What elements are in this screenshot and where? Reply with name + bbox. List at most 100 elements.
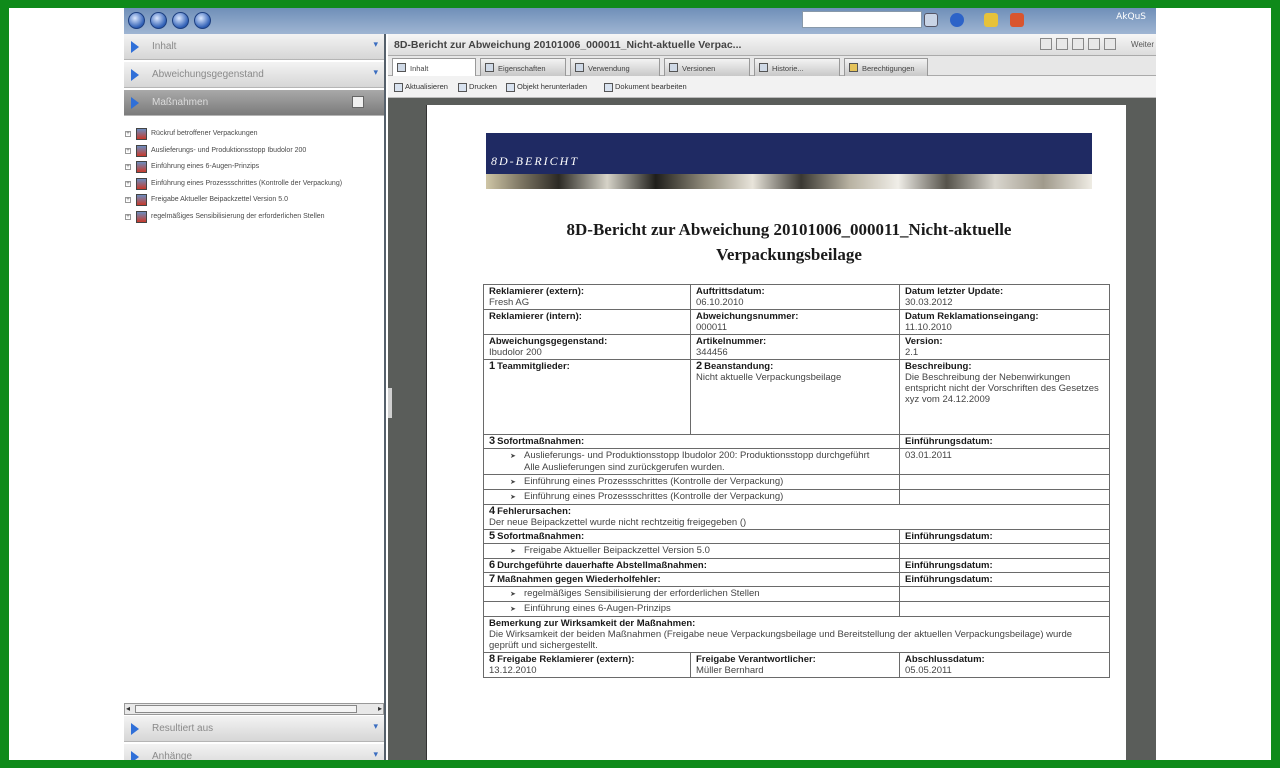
measure-text: Auslieferungs- und Produktionsstopp Ibud… [524,450,870,461]
tree-item[interactable]: + Einführung eines 6-Augen-Prinzips [124,159,384,176]
button-label: Dokument bearbeiten [615,82,687,91]
more-button[interactable]: Weiter [1131,40,1154,49]
tab-inhalt[interactable]: Inhalt [392,58,476,77]
download-icon[interactable] [1088,38,1100,50]
cell-value: Nicht aktuelle Verpackungsbeilage [696,372,842,383]
cell-value: Die Beschreibung der Nebenwirkungen ents… [905,372,1099,405]
history-icon [759,63,768,72]
scroll-left-icon[interactable]: ◂ [126,704,130,713]
chevron-icon[interactable]: ▾ [373,67,378,78]
document-viewer[interactable]: 8D-BERICHT 8D-Bericht zur Abweichung 201… [388,98,1156,760]
usage-icon [575,63,584,72]
print-button[interactable]: Drucken [458,82,497,92]
left-panel: Inhalt ▾ Abweichungsgegenstand ▾ Maßnahm… [124,34,386,760]
banner-text: 8D-BERICHT [491,154,579,168]
section-inhalt[interactable]: Inhalt ▾ [124,34,384,60]
cell-label: Freigabe Verantwortlicher: [696,654,816,665]
tree-item[interactable]: + Einführung eines Prozessschrittes (Kon… [124,176,384,193]
tab-label: Historie... [772,64,804,73]
report-heading-line1: 8D-Bericht zur Abweichung 20101006_00001… [566,220,1012,239]
print-icon[interactable] [1072,38,1084,50]
tab-verwendung[interactable]: Verwendung [570,58,660,76]
edit-document-button[interactable]: Dokument bearbeiten [604,82,687,92]
tab-berechtigungen[interactable]: Berechtigungen [844,58,928,76]
document-icon [136,144,147,157]
section-massnahmen[interactable]: Maßnahmen [124,90,384,116]
expand-plus-icon[interactable]: + [125,197,131,203]
table-row: ➤ Auslieferungs- und Produktionsstopp Ibu… [483,448,1110,475]
search-input[interactable] [802,11,922,28]
step-number: 7 [489,573,496,585]
cell-label: Abweichungsgegenstand: [489,336,608,347]
chevron-icon[interactable]: ▾ [373,721,378,732]
refresh-icon[interactable] [194,12,211,29]
section-label: Abweichungsgegenstand [152,69,264,80]
expand-plus-icon[interactable]: + [125,131,131,137]
edit-icon[interactable] [1104,38,1116,50]
print-icon [458,82,467,92]
download-icon [506,82,515,92]
section-resultiert-aus[interactable]: Resultiert aus ▾ [124,716,384,742]
refresh-button[interactable]: Aktualisieren [394,82,448,92]
document-toolbar: Aktualisieren Drucken Objekt herunterlad… [388,76,1156,98]
section-label: Sofortmaßnahmen: [497,531,585,542]
measure-text: Einführung eines Prozessschrittes (Kontr… [524,491,784,502]
search-icon[interactable] [924,13,938,27]
forward-icon[interactable] [150,12,167,29]
expand-plus-icon[interactable]: + [125,180,131,187]
back-icon[interactable] [1056,38,1068,50]
cell-value: 05.05.2011 [905,665,952,676]
section-label: Inhalt [152,41,177,52]
tab-eigenschaften[interactable]: Eigenschaften [480,58,566,76]
expand-plus-icon[interactable]: + [125,213,131,220]
bullet-arrow-icon: ➤ [510,453,516,460]
horizontal-scrollbar[interactable]: ◂ ▸ [124,703,384,715]
tools-icon[interactable] [1010,13,1024,27]
panel-splitter[interactable] [388,388,392,418]
scroll-thumb[interactable] [135,705,357,713]
tree-item-label: regelmäßiges Sensibilisierung der erford… [151,212,325,220]
cell-label: Datum Reklamationseingang: [905,311,1039,322]
refresh-icon[interactable] [1040,38,1052,50]
section-anhaenge[interactable]: Anhänge ▾ [124,744,384,760]
section-label: Resultiert aus [152,723,214,734]
application-window: AkQuS Inhalt ▾ Abweichungsgegenstand ▾ M… [124,8,1156,760]
versions-icon [669,63,678,72]
bullet-arrow-icon: ➤ [510,479,516,486]
tree-item[interactable]: + Auslieferungs- und Produktionsstopp Ib… [124,143,384,160]
tree-item[interactable]: + Rückruf betroffener Verpackungen [124,126,384,143]
chevron-icon[interactable]: ▾ [373,39,378,50]
section-header-row: 4 Fehlerursachen: Der neue Beipackzettel w… [483,504,1110,530]
cell-label: Auftrittsdatum: [696,286,765,297]
download-button[interactable]: Objekt herunterladen [506,82,587,92]
cell-value: 30.03.2012 [905,297,953,308]
document-title: 8D-Bericht zur Abweichung 20101006_00001… [394,39,742,51]
permissions-icon [849,63,858,72]
tree-item-label: Einführung eines Prozessschrittes (Kontr… [151,179,343,187]
help-icon[interactable] [950,13,964,27]
chevron-icon[interactable]: ▾ [373,749,378,760]
expand-arrow-icon [131,41,139,53]
section-header-row: 5 Sofortmaßnahmen: Einführungsdatum: [483,529,1110,544]
measures-tree: + Rückruf betroffener Verpackungen + Aus… [124,126,384,225]
cell-label: Teammitglieder: [497,361,570,372]
expand-plus-icon[interactable]: + [125,164,131,170]
measure-text: Einführung eines 6-Augen-Prinzips [524,603,671,614]
section-menu-icon[interactable] [352,96,364,108]
section-label: Durchgeführte dauerhafte Abstellmaßnahme… [497,560,707,571]
tab-historie[interactable]: Historie... [754,58,840,76]
expand-plus-icon[interactable]: + [125,147,131,154]
edit-icon [604,82,613,92]
date-label: Einführungsdatum: [905,560,993,571]
tree-item[interactable]: + regelmäßiges Sensibilisierung der erfo… [124,209,384,226]
tree-item[interactable]: + Freigabe Aktueller Beipackzettel Versi… [124,192,384,209]
tab-versionen[interactable]: Versionen [664,58,750,76]
favorites-icon[interactable] [984,13,998,27]
table-row: 1 Teammitglieder: 2 Beanstandung: Nicht akt… [483,359,1110,435]
scroll-right-icon[interactable]: ▸ [378,704,382,713]
section-abweichungsgegenstand[interactable]: Abweichungsgegenstand ▾ [124,62,384,88]
cell-value: Müller Bernhard [696,665,764,676]
home-icon[interactable] [172,12,189,29]
section-label: Maßnahmen gegen Wiederholfehler: [497,574,661,585]
back-icon[interactable] [128,12,145,29]
